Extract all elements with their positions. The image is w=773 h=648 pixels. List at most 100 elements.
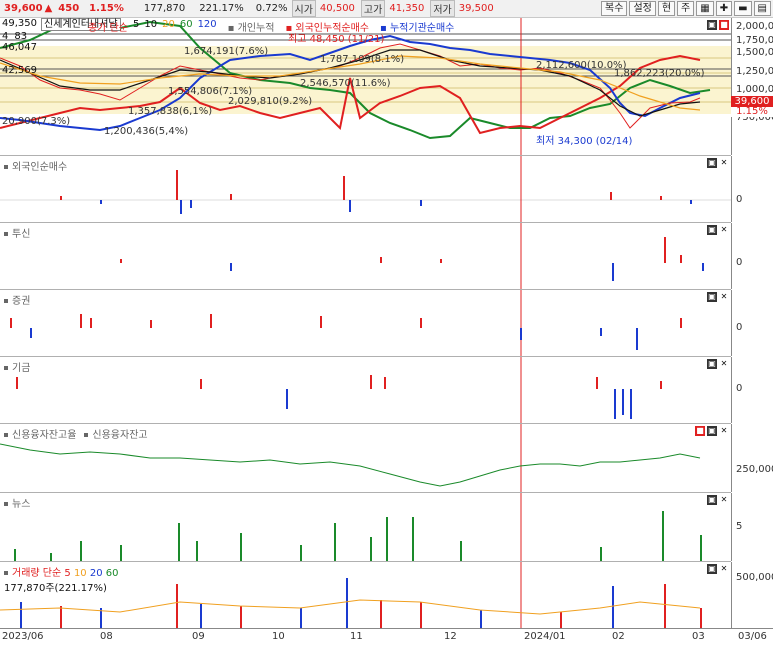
ma-label: 종가 단순 <box>88 23 128 34</box>
securities-chart <box>10 290 682 356</box>
pension-pane-title: 기금 <box>4 359 30 374</box>
foreign-title-text: 외국인순매수 <box>12 162 68 173</box>
annotation-3: 2,546,570(11.6%) <box>300 78 391 89</box>
trust-bars <box>120 237 704 281</box>
foreign-pane-title: 외국인순매수 <box>4 158 67 173</box>
vol-ma-20: 20 <box>89 568 103 579</box>
news-y-axis: 5 <box>731 493 773 561</box>
y-tick: 0 <box>736 257 743 268</box>
y-tick: 5 <box>736 521 743 532</box>
x-tick: 02 <box>612 631 625 642</box>
close-icon[interactable]: ✕ <box>719 564 729 574</box>
layout-icon[interactable]: ▤ <box>753 1 771 16</box>
high-label: 고가 <box>360 0 386 17</box>
pane-settings-icon[interactable]: ▣ <box>707 158 717 168</box>
pension-title-text: 기금 <box>12 363 31 374</box>
foreign-bars <box>60 170 692 214</box>
close-icon[interactable]: ✕ <box>719 225 729 235</box>
open-change-pct: 0.72% <box>255 3 288 14</box>
pane-settings-icon[interactable]: ▣ <box>707 359 717 369</box>
close-icon[interactable]: ✕ <box>719 426 729 436</box>
grid-icon[interactable]: ▦ <box>696 1 714 16</box>
pension-y-axis: 0 <box>731 357 773 423</box>
x-tick: 12 <box>444 631 457 642</box>
minimize-icon[interactable]: ▬ <box>734 1 752 16</box>
annotation-8: 2,112,600(10.0%) <box>536 60 627 71</box>
trust-title-text: 투신 <box>12 229 31 240</box>
close-icon[interactable]: ✕ <box>719 292 729 302</box>
y-tick: 0 <box>736 322 743 333</box>
annotation-9: 1,862,223(20.0%) <box>614 68 705 79</box>
cross-icon[interactable]: ✚ <box>715 1 733 16</box>
pension-pane[interactable]: 기금 ▣ ✕ <box>0 357 731 424</box>
news-pane[interactable]: 뉴스 ▣ ✕ <box>0 493 731 562</box>
securities-pane-title: 증권 <box>4 292 30 307</box>
pension-bars <box>16 375 662 419</box>
toolbar: 복수 설정 현 주 ▦ ✚ ▬ ▤ <box>599 1 771 16</box>
price-change: 450 <box>58 3 80 14</box>
price-y-axis: 2,000,000 1,750,000 1,500,000 1,250,000 … <box>731 18 773 155</box>
weekly-button[interactable]: 주 <box>677 1 695 16</box>
securities-title-text: 증권 <box>12 296 31 307</box>
y-tick: 1,500,000 <box>736 47 773 58</box>
pane-indicator-icon[interactable]: ■ <box>719 20 729 30</box>
current-button[interactable]: 현 <box>657 1 676 16</box>
credit-y-axis: 250,000 <box>731 424 773 492</box>
news-title-text: 뉴스 <box>12 499 31 510</box>
side-value-4: 4 <box>2 31 9 42</box>
pane-settings-icon[interactable]: ▣ <box>707 20 717 30</box>
credit-title-1: 신용융자잔고율 <box>12 430 77 441</box>
foreign-net-pane[interactable]: 외국인순매수 ▣ ✕ <box>0 156 731 223</box>
settings-button[interactable]: 설정 <box>629 1 656 16</box>
ma-period-120: 120 <box>197 19 217 30</box>
vol-ma-5: 5 <box>64 568 71 579</box>
quote-header: 39,600 ▲ 450 1.15% 177,870 221.17% 0.72%… <box>0 0 773 18</box>
y-tick: 250,000 <box>736 464 773 475</box>
pane-settings-icon[interactable]: ▣ <box>707 495 717 505</box>
y-tick: 0 <box>736 383 743 394</box>
credit-pane[interactable]: 신용융자잔고율 신용융자잔고 ■ ▣ ✕ <box>0 424 731 493</box>
pane-settings-icon[interactable]: ▣ <box>707 564 717 574</box>
pension-chart <box>16 357 662 423</box>
y-tick: 500,000 <box>736 572 773 583</box>
pane-indicator-icon[interactable]: ■ <box>695 426 705 436</box>
legend-individual: 개인누적 <box>237 23 275 34</box>
annotation-1: 1,674,191(7.6%) <box>184 46 268 57</box>
volume-bars <box>20 578 702 628</box>
x-tick: 09 <box>192 631 205 642</box>
annotation-7: 1,200,436(5,4%) <box>104 126 188 137</box>
price-change-pct: 1.15% <box>89 3 124 14</box>
trust-pane[interactable]: 투신 ▣ ✕ <box>0 223 731 290</box>
annotation-6: 1,357,838(6,1%) <box>128 106 212 117</box>
pane-settings-icon[interactable]: ▣ <box>707 426 717 436</box>
x-tick: 2023/06 <box>2 631 44 642</box>
volume-y-axis: 500,000 <box>731 562 773 628</box>
trust-y-axis: 0 <box>731 223 773 289</box>
multi-button[interactable]: 복수 <box>601 1 628 16</box>
close-icon[interactable]: ✕ <box>719 359 729 369</box>
volume-ratio: 221.17% <box>199 3 244 14</box>
securities-bars <box>10 314 682 350</box>
legend-institution: 누적기관순매수 <box>389 23 455 34</box>
annotation-5: 2,029,810(9.2%) <box>228 96 312 107</box>
pane-settings-icon[interactable]: ▣ <box>707 225 717 235</box>
open-label: 시가 <box>291 0 316 17</box>
pane-settings-icon[interactable]: ▣ <box>707 292 717 302</box>
x-tick: 03 <box>692 631 705 642</box>
side-value-83: 83 <box>14 31 28 42</box>
y-tick: 2,000,000 <box>736 21 773 32</box>
close-icon[interactable]: ✕ <box>719 158 729 168</box>
trust-pane-title: 투신 <box>4 225 30 240</box>
up-arrow-icon: ▲ <box>44 3 53 14</box>
news-bars <box>14 511 702 561</box>
foreign-y-axis: 0 <box>731 156 773 222</box>
price-pane[interactable]: 최고 48,450 (11/21) 1,674,191(7.6%) 1,787,… <box>0 18 731 156</box>
securities-pane[interactable]: 증권 ▣ ✕ <box>0 290 731 357</box>
volume-pane-title: 거래량 단순 5 10 20 60 177,870주(221.17%) <box>4 564 119 594</box>
x-tick: 2024/01 <box>524 631 566 642</box>
close-icon[interactable]: ✕ <box>719 495 729 505</box>
current-price: 39,600 <box>4 3 43 14</box>
volume-ma-line <box>0 599 701 615</box>
volume-pane[interactable]: 거래량 단순 5 10 20 60 177,870주(221.17%) ▣ ✕ <box>0 562 731 629</box>
open-value: 40,500 <box>319 3 355 14</box>
